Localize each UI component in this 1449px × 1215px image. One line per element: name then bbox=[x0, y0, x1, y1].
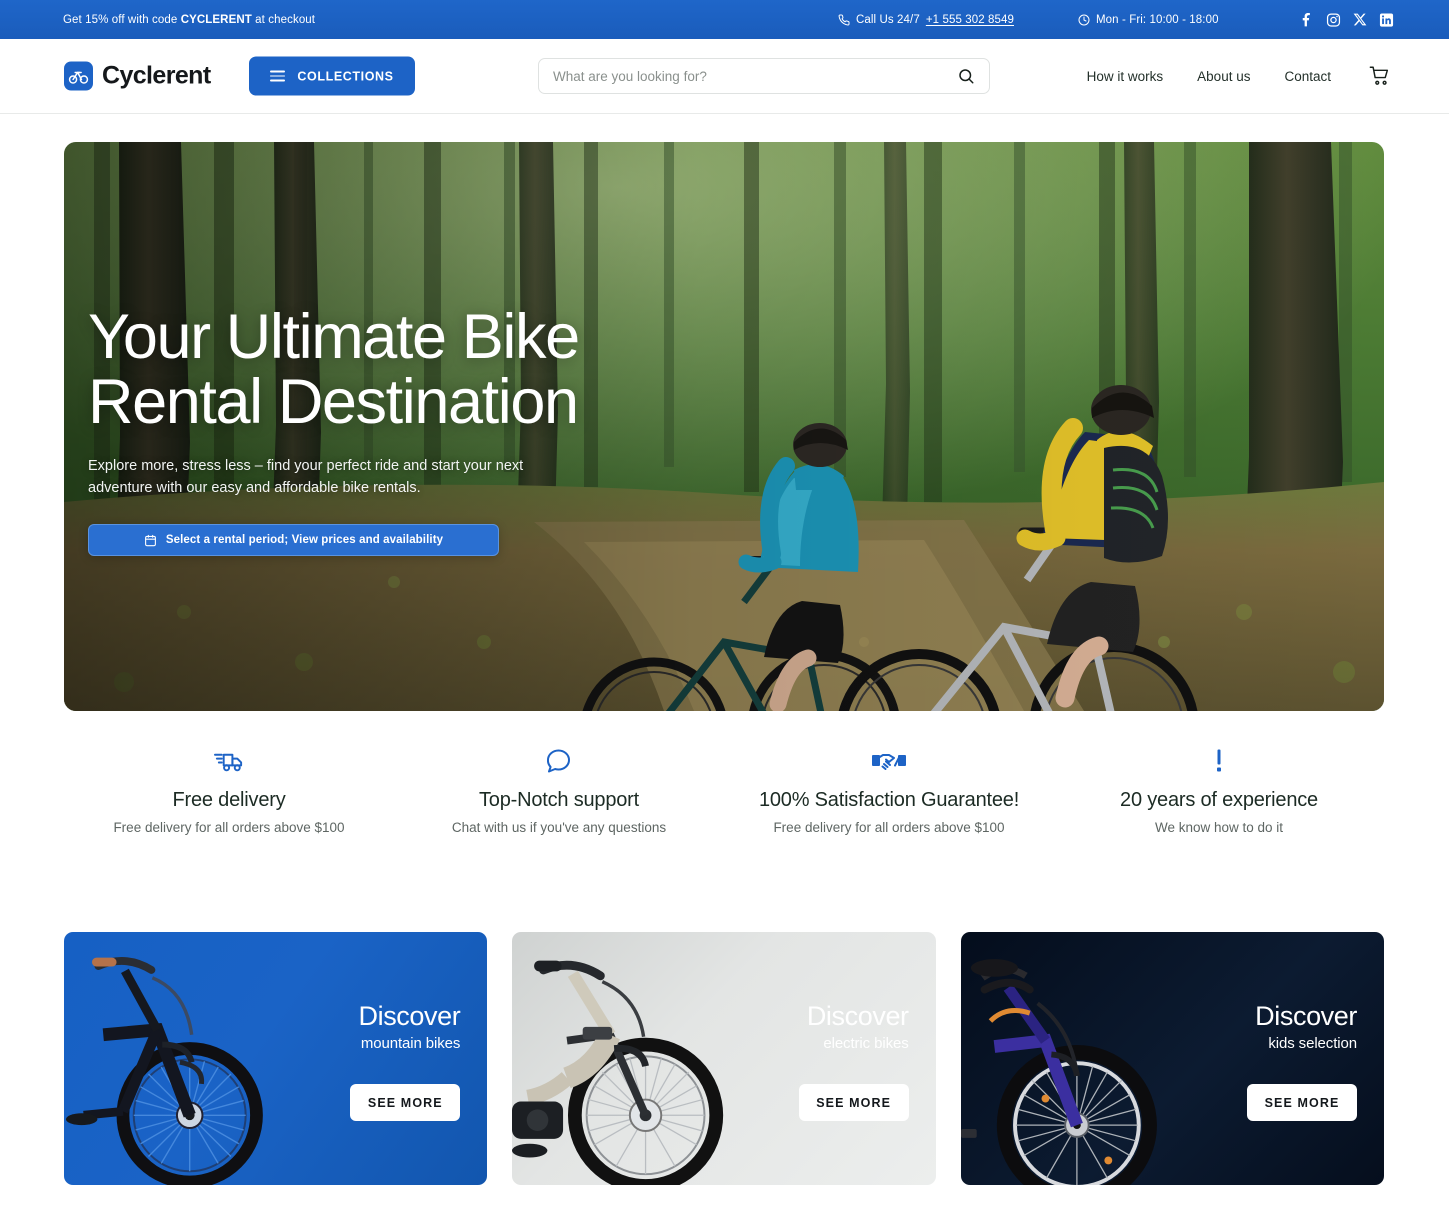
see-more-button-mountain[interactable]: SEE MORE bbox=[350, 1084, 461, 1121]
x-twitter-icon[interactable] bbox=[1353, 13, 1367, 27]
promo-text: Get 15% off with code CYCLERENT at check… bbox=[63, 14, 315, 26]
hero-title: Your Ultimate Bike Rental Destination bbox=[88, 305, 708, 435]
feature-support: Top-Notch support Chat with us if you've… bbox=[394, 745, 724, 835]
feature-desc: Chat with us if you've any questions bbox=[451, 820, 667, 835]
chat-bubble-icon bbox=[394, 745, 724, 777]
main-navigation: How it works About us Contact bbox=[1087, 65, 1391, 87]
mountain-bike-image bbox=[65, 957, 263, 1185]
call-us-block: Call Us 24/7 +1 555 302 8549 bbox=[838, 14, 1014, 26]
hero-copy: Your Ultimate Bike Rental Destination Ex… bbox=[88, 305, 708, 556]
facebook-icon[interactable] bbox=[1299, 12, 1314, 27]
discover-cards: Discover mountain bikes SEE MORE Discove… bbox=[64, 932, 1384, 1185]
brand-logo[interactable]: Cyclerent bbox=[64, 61, 211, 91]
discover-card-kids-selection[interactable]: Discover kids selection SEE MORE bbox=[960, 932, 1384, 1185]
cyclist-logo-icon bbox=[64, 61, 93, 91]
search-input[interactable] bbox=[539, 68, 953, 84]
feature-experience: 20 years of experience We know how to do… bbox=[1054, 745, 1384, 835]
delivery-truck-icon bbox=[64, 745, 394, 777]
card-title: Discover bbox=[1255, 1001, 1357, 1031]
discover-card-electric-bikes[interactable]: Discover electric bikes SEE MORE bbox=[512, 932, 936, 1185]
discover-card-mountain-bikes[interactable]: Discover mountain bikes SEE MORE bbox=[64, 932, 488, 1185]
feature-title: 20 years of experience bbox=[1120, 789, 1318, 811]
promo-prefix: Get 15% off with code bbox=[63, 13, 181, 26]
site-header: Cyclerent COLLECTIONS How it works About… bbox=[0, 39, 1449, 114]
linkedin-icon[interactable] bbox=[1379, 12, 1394, 27]
shopping-cart-icon bbox=[1369, 65, 1391, 87]
feature-desc: We know how to do it bbox=[1154, 820, 1284, 835]
select-rental-period-button[interactable]: Select a rental period; View prices and … bbox=[88, 524, 499, 556]
cart-button[interactable] bbox=[1369, 65, 1391, 87]
nav-contact[interactable]: Contact bbox=[1284, 69, 1331, 84]
kids-bike-image bbox=[960, 959, 1157, 1185]
card-text: Discover electric bikes bbox=[806, 1001, 909, 1053]
brand-name: Cyclerent bbox=[102, 61, 211, 90]
hamburger-menu-icon bbox=[270, 70, 286, 82]
card-title: Discover bbox=[358, 1001, 461, 1031]
phone-number-link[interactable]: +1 555 302 8549 bbox=[926, 14, 1014, 26]
clock-icon bbox=[1078, 14, 1090, 26]
features-strip: Free delivery Free delivery for all orde… bbox=[64, 745, 1384, 835]
feature-satisfaction: 100% Satisfaction Guarantee! Free delive… bbox=[724, 745, 1054, 835]
search-button[interactable] bbox=[953, 67, 989, 85]
hero-title-line2: Rental Destination bbox=[88, 367, 579, 437]
nav-how-it-works[interactable]: How it works bbox=[1087, 69, 1164, 84]
see-more-button-kids[interactable]: SEE MORE bbox=[1247, 1084, 1357, 1121]
feature-desc: Free delivery for all orders above $100 bbox=[773, 820, 1005, 835]
announcement-bar: Get 15% off with code CYCLERENT at check… bbox=[0, 0, 1449, 39]
feature-free-delivery: Free delivery Free delivery for all orde… bbox=[64, 745, 394, 835]
handshake-icon bbox=[724, 745, 1054, 777]
card-subtitle: kids selection bbox=[1268, 1035, 1357, 1053]
card-subtitle: mountain bikes bbox=[360, 1035, 461, 1053]
search-icon bbox=[957, 67, 975, 85]
select-rental-period-label: Select a rental period; View prices and … bbox=[165, 534, 444, 546]
hero-title-line1: Your Ultimate Bike bbox=[88, 302, 580, 372]
nav-about-us[interactable]: About us bbox=[1197, 69, 1250, 84]
feature-title: Top-Notch support bbox=[478, 789, 640, 811]
phone-icon bbox=[838, 14, 850, 26]
collections-label: COLLECTIONS bbox=[297, 69, 394, 83]
hero-subtitle: Explore more, stress less – find your pe… bbox=[88, 458, 524, 496]
feature-desc: Free delivery for all orders above $100 bbox=[113, 820, 345, 835]
feature-title: Free delivery bbox=[172, 789, 286, 811]
opening-hours-block: Mon - Fri: 10:00 - 18:00 bbox=[1078, 14, 1219, 26]
see-more-button-electric[interactable]: SEE MORE bbox=[798, 1084, 909, 1121]
feature-title: 100% Satisfaction Guarantee! bbox=[758, 789, 1020, 811]
electric-bike-image bbox=[512, 960, 724, 1185]
card-title: Discover bbox=[806, 1001, 909, 1031]
promo-suffix: at checkout bbox=[251, 13, 316, 26]
card-subtitle: electric bikes bbox=[823, 1035, 909, 1053]
opening-hours-text: Mon - Fri: 10:00 - 18:00 bbox=[1096, 13, 1219, 26]
call-us-label: Call Us 24/7 bbox=[856, 13, 920, 26]
card-text: Discover kids selection bbox=[1255, 1001, 1357, 1053]
hero-banner: Your Ultimate Bike Rental Destination Ex… bbox=[64, 142, 1384, 711]
search-bar[interactable] bbox=[538, 58, 990, 94]
instagram-icon[interactable] bbox=[1326, 12, 1341, 27]
collections-button[interactable]: COLLECTIONS bbox=[249, 56, 415, 96]
social-links bbox=[1299, 12, 1394, 27]
calendar-icon bbox=[144, 534, 157, 547]
card-text: Discover mountain bikes bbox=[358, 1001, 461, 1053]
promo-code: CYCLERENT bbox=[180, 13, 252, 26]
exclamation-icon bbox=[1054, 745, 1384, 777]
